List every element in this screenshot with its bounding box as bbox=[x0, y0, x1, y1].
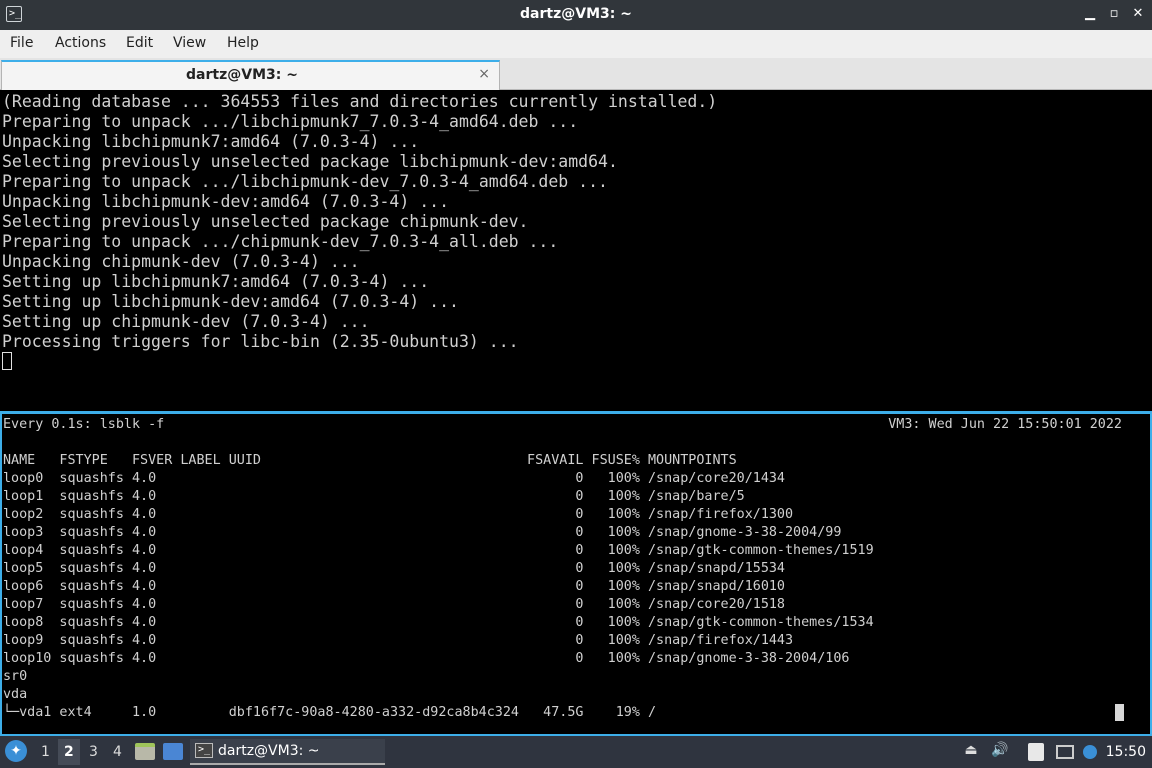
tab-bar: dartz@VM3: ~ × bbox=[0, 58, 1152, 90]
update-notifier-icon[interactable] bbox=[1083, 745, 1097, 759]
terminal-line: Preparing to unpack .../libchipmunk-dev_… bbox=[2, 172, 608, 191]
terminal-line: Setting up chipmunk-dev (7.0.3-4) ... bbox=[2, 312, 370, 331]
lsblk-row: └─vda1 ext4 1.0 dbf16f7c-90a8-4280-a332-… bbox=[3, 705, 657, 720]
eject-icon[interactable]: ⏏ bbox=[962, 742, 980, 762]
lsblk-row: vda bbox=[3, 687, 28, 702]
taskbar-task-terminal[interactable]: >_ dartz@VM3: ~ bbox=[190, 739, 385, 765]
terminal-line: Preparing to unpack .../libchipmunk7_7.0… bbox=[2, 112, 579, 131]
watch-status: VM3: Wed Jun 22 15:50:01 2022 bbox=[888, 417, 1122, 432]
minimize-icon[interactable]: ▁ bbox=[1080, 4, 1100, 24]
lsblk-row: loop8 squashfs 4.0 0 100% /snap/gtk-comm… bbox=[3, 615, 874, 630]
menu-actions[interactable]: Actions bbox=[55, 35, 106, 51]
terminal-line: Unpacking chipmunk-dev (7.0.3-4) ... bbox=[2, 252, 360, 271]
menu-bar: File Actions Edit View Help bbox=[0, 30, 1152, 58]
workspace-2[interactable]: 2 bbox=[64, 744, 74, 760]
workspace-1[interactable]: 1 bbox=[41, 744, 50, 760]
terminal-line: Selecting previously unselected package … bbox=[2, 152, 618, 171]
task-label: dartz@VM3: ~ bbox=[218, 743, 320, 759]
text-cursor bbox=[2, 352, 12, 370]
volume-icon[interactable]: 🔊 bbox=[991, 742, 1009, 762]
terminal-line: Unpacking libchipmunk7:amd64 (7.0.3-4) .… bbox=[2, 132, 420, 151]
terminal-pane-top[interactable]: (Reading database ... 364553 files and d… bbox=[0, 90, 1152, 411]
clock[interactable]: 15:50 bbox=[1106, 744, 1146, 760]
lsblk-row: loop5 squashfs 4.0 0 100% /snap/snapd/15… bbox=[3, 561, 785, 576]
terminal-line: Processing triggers for libc-bin (2.35-0… bbox=[2, 332, 519, 351]
watch-header: Every 0.1s: lsblk -f bbox=[3, 417, 165, 432]
text-cursor bbox=[1115, 704, 1124, 721]
lsblk-row: loop2 squashfs 4.0 0 100% /snap/firefox/… bbox=[3, 507, 794, 522]
file-manager-icon[interactable] bbox=[135, 743, 155, 760]
maximize-icon[interactable]: ▫ bbox=[1104, 4, 1124, 24]
window-title: dartz@VM3: ~ bbox=[520, 6, 632, 22]
terminal-line: Unpacking libchipmunk-dev:amd64 (7.0.3-4… bbox=[2, 192, 450, 211]
window-titlebar[interactable]: >_ dartz@VM3: ~ ▁ ▫ ✕ bbox=[0, 0, 1152, 30]
lsblk-row: loop0 squashfs 4.0 0 100% /snap/core20/1… bbox=[3, 471, 785, 486]
tab-title: dartz@VM3: ~ bbox=[186, 67, 298, 83]
lsblk-row: sr0 bbox=[3, 669, 28, 684]
terminal-line: Selecting previously unselected package … bbox=[2, 212, 529, 231]
lxqt-start-icon[interactable]: ✦ bbox=[5, 740, 27, 762]
terminal-icon: >_ bbox=[195, 743, 213, 758]
lsblk-row: loop3 squashfs 4.0 0 100% /snap/gnome-3-… bbox=[3, 525, 842, 540]
workspace-3[interactable]: 3 bbox=[89, 744, 98, 760]
desktop-icon[interactable] bbox=[163, 743, 183, 760]
taskbar: ✦ 1 2 3 4 >_ dartz@VM3: ~ ⏏ 🔊 15:50 bbox=[0, 736, 1152, 768]
menu-help[interactable]: Help bbox=[227, 35, 259, 51]
menu-view[interactable]: View bbox=[173, 35, 206, 51]
menu-file[interactable]: File bbox=[10, 35, 33, 51]
network-icon[interactable] bbox=[1056, 745, 1074, 759]
terminal-pane-bottom[interactable]: Every 0.1s: lsblk -f VM3: Wed Jun 22 15:… bbox=[0, 414, 1152, 736]
terminal-line: Preparing to unpack .../chipmunk-dev_7.0… bbox=[2, 232, 559, 251]
lsblk-row: loop1 squashfs 4.0 0 100% /snap/bare/5 bbox=[3, 489, 745, 504]
workspace-4[interactable]: 4 bbox=[113, 744, 122, 760]
terminal-line: Setting up libchipmunk-dev:amd64 (7.0.3-… bbox=[2, 292, 459, 311]
lsblk-row: loop10 squashfs 4.0 0 100% /snap/gnome-3… bbox=[3, 651, 850, 666]
lsblk-header: NAME FSTYPE FSVER LABEL UUID FSAVAIL FSU… bbox=[3, 453, 737, 468]
clipboard-icon[interactable] bbox=[1028, 743, 1044, 761]
close-icon[interactable]: ✕ bbox=[1128, 4, 1148, 24]
lsblk-row: loop7 squashfs 4.0 0 100% /snap/core20/1… bbox=[3, 597, 785, 612]
terminal-line: (Reading database ... 364553 files and d… bbox=[2, 92, 718, 111]
tab-close-icon[interactable]: × bbox=[478, 66, 490, 82]
lsblk-row: loop4 squashfs 4.0 0 100% /snap/gtk-comm… bbox=[3, 543, 874, 558]
lsblk-row: loop6 squashfs 4.0 0 100% /snap/snapd/16… bbox=[3, 579, 785, 594]
tab-terminal[interactable]: dartz@VM3: ~ × bbox=[1, 60, 500, 90]
lsblk-row: loop9 squashfs 4.0 0 100% /snap/firefox/… bbox=[3, 633, 794, 648]
menu-edit[interactable]: Edit bbox=[126, 35, 153, 51]
terminal-line: Setting up libchipmunk7:amd64 (7.0.3-4) … bbox=[2, 272, 430, 291]
